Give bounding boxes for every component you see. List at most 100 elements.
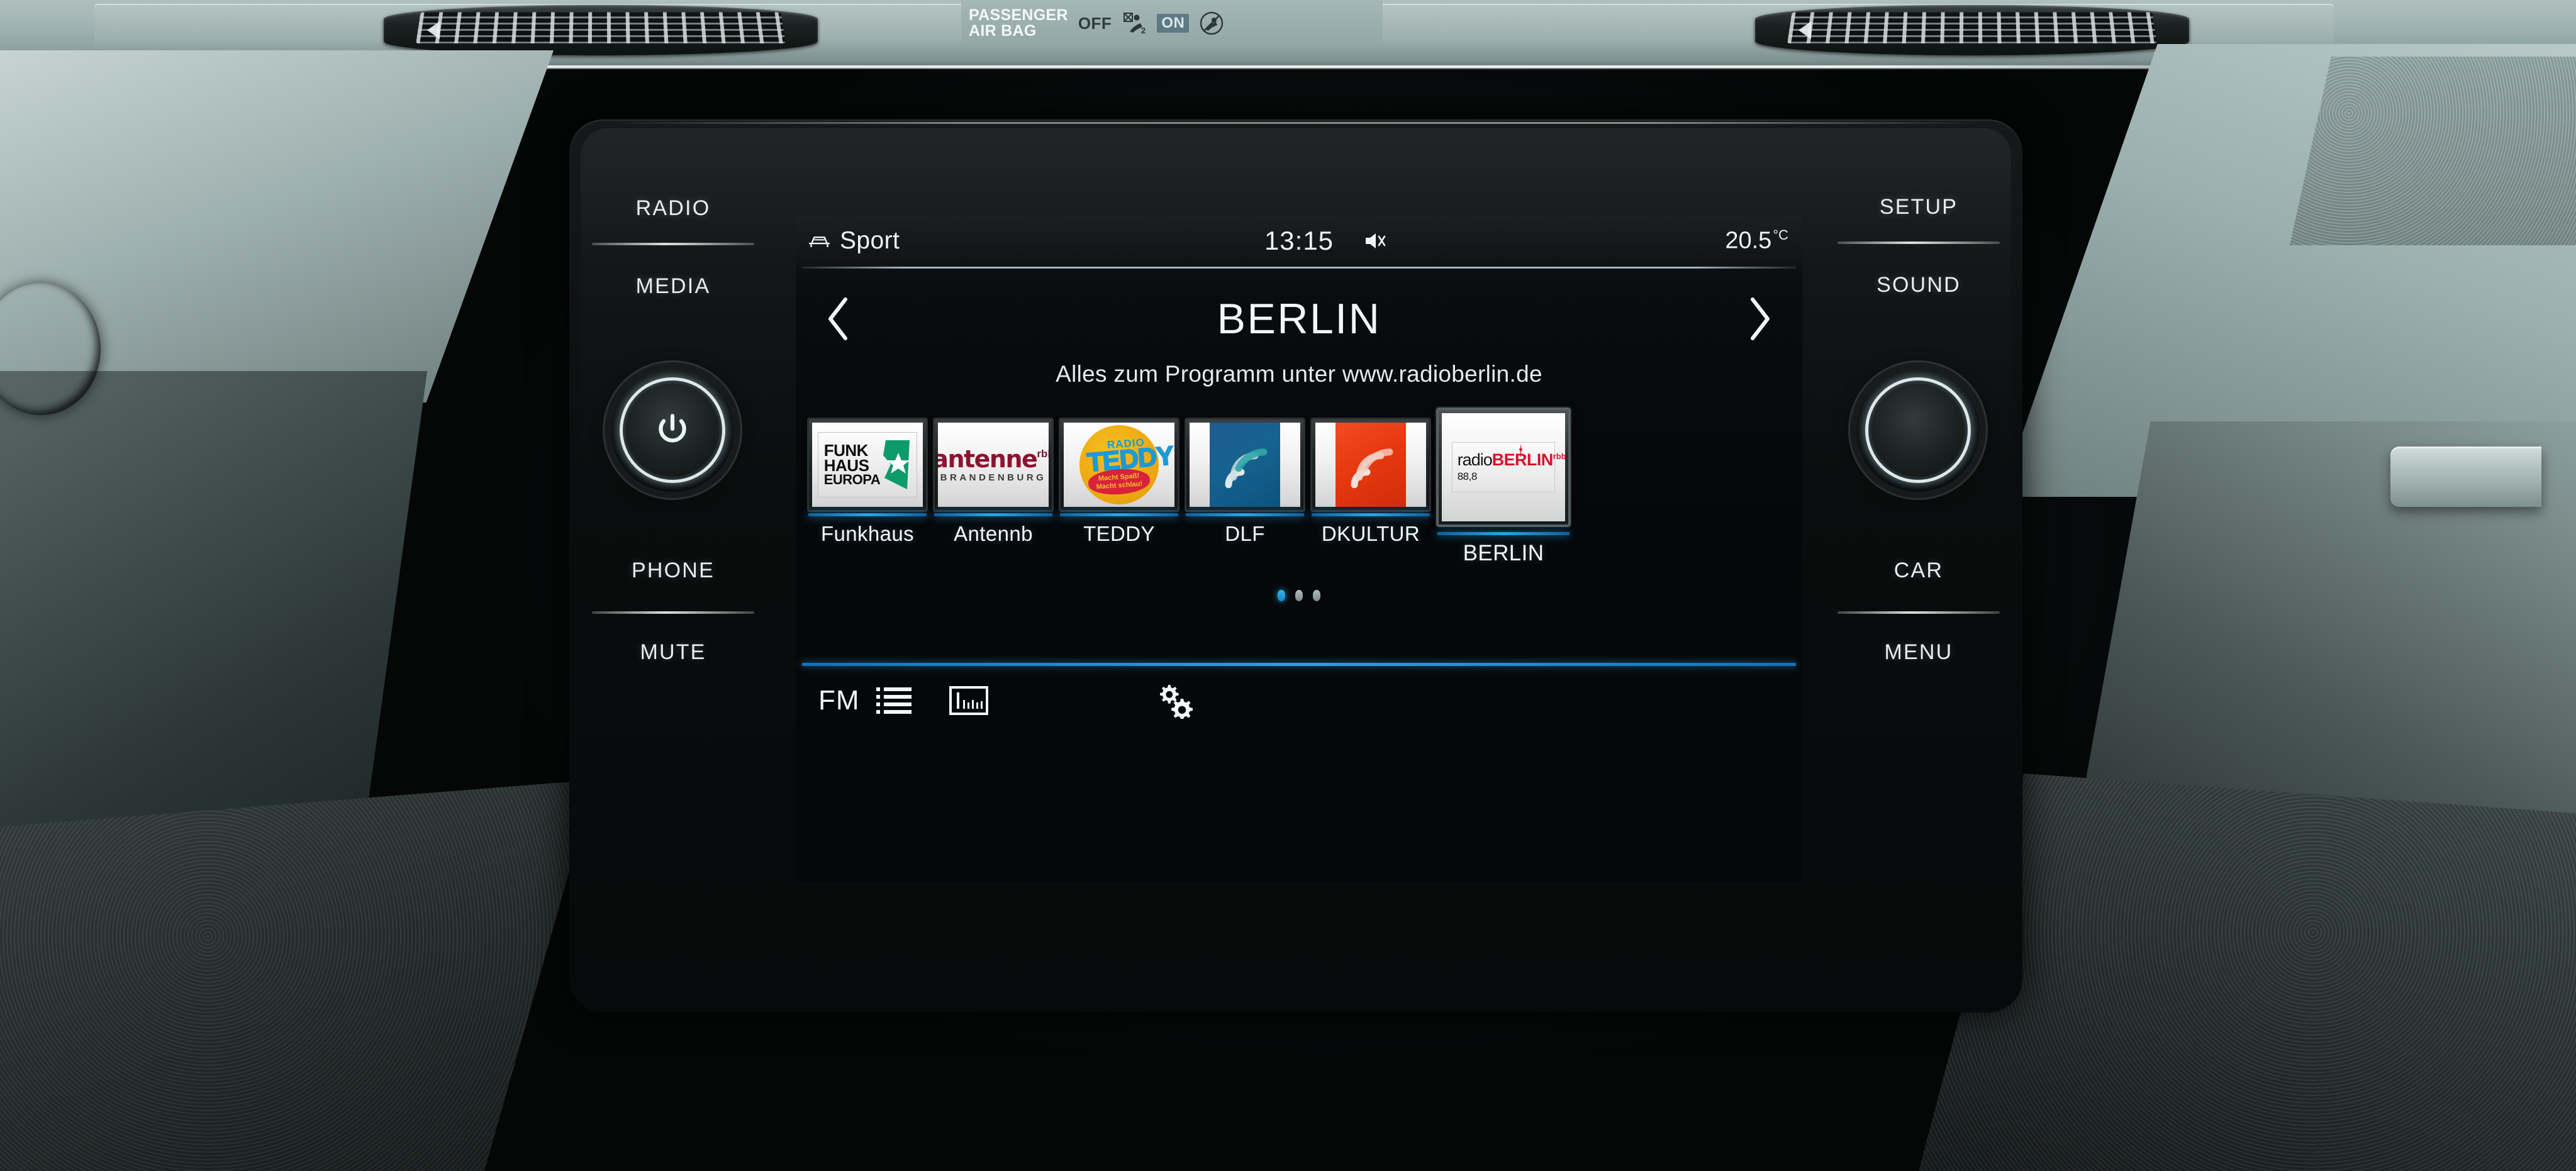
airbag-on-label: ON xyxy=(1157,14,1190,33)
preset-tile-dlf[interactable]: DLF xyxy=(1182,408,1308,558)
right-separator-top xyxy=(1837,241,2000,244)
tv-tower-icon xyxy=(1518,444,1524,457)
preset-antennb-artwork: antenne rbb BRANDENBURG xyxy=(933,418,1054,512)
radio-berlin-logo-radio: radio xyxy=(1457,450,1493,469)
status-temperature-unit: °C xyxy=(1773,227,1788,243)
preset-funkhaus-underline xyxy=(808,513,927,516)
preset-teddy-label: TEDDY xyxy=(1083,522,1155,545)
preset-teddy-artwork: RADIO TEDDY Macht Spaß! Macht schlau! xyxy=(1059,418,1179,512)
teddy-logo-circle: RADIO TEDDY Macht Spaß! Macht schlau! xyxy=(1079,425,1174,504)
preset-dlf-label: DLF xyxy=(1225,522,1265,545)
radio-berlin-logo-rbb: rbb xyxy=(1553,451,1565,461)
preset-berlin-label: BERLIN xyxy=(1463,541,1544,565)
funkhaus-green-star-mark-icon xyxy=(882,439,911,491)
infotainment-head-unit: RADIO MEDIA PHONE MUTE SETUP SOUND CAR M… xyxy=(569,119,2022,1013)
air-vent-left-grille xyxy=(416,12,786,43)
status-bar: Sport 13:15 20.5°C xyxy=(796,215,1802,267)
left-hardware-button-column: RADIO MEDIA PHONE MUTE xyxy=(569,119,777,1013)
preset-teddy-underline xyxy=(1060,513,1178,516)
station-preset-row: FUNK HAUS EUROPA Funkhaus antenne rb BRA… xyxy=(805,408,1793,565)
antenne-logo-rbb: rbb xyxy=(1037,448,1049,460)
bottom-toolbar: FM xyxy=(796,666,1802,735)
chevron-right-icon[interactable] xyxy=(1737,292,1783,345)
tuning-knob-face xyxy=(1871,384,1965,477)
status-temperature-value: 20.5 xyxy=(1725,227,1772,254)
station-navigation-row: BERLIN xyxy=(796,284,1802,353)
air-vent-right-grille xyxy=(1787,12,2157,43)
preset-dlf-underline xyxy=(1186,513,1304,516)
antenne-logo-text: antenne rbb BRANDENBURG xyxy=(938,447,1049,482)
radio-berlin-logo-plate: radio BERLIN rbb 88,8 xyxy=(1451,442,1565,492)
menu-button[interactable]: MENU xyxy=(1815,640,2022,665)
air-vent-left-arrow-icon xyxy=(427,21,440,39)
svg-text:2: 2 xyxy=(1141,26,1146,35)
antenne-logo-sub: BRANDENBURG xyxy=(940,472,1047,483)
station-list-icon[interactable] xyxy=(876,685,912,716)
funkhaus-europa-logo: FUNK HAUS EUROPA xyxy=(812,423,923,507)
sound-button[interactable]: SOUND xyxy=(1815,273,2022,297)
dashboard-right-textured-panel xyxy=(2290,57,2576,245)
status-bar-divider xyxy=(802,267,1796,269)
right-separator-bottom xyxy=(1837,611,2000,614)
left-separator-bottom xyxy=(592,611,754,614)
band-button-fm[interactable]: FM xyxy=(818,685,860,716)
passenger-airbag-indicator: PASSENGER AIR BAG OFF 2 ON xyxy=(961,0,1383,47)
dlf-logo-panel xyxy=(1209,423,1281,507)
pager-dot-2[interactable] xyxy=(1295,590,1303,601)
preset-dkultur-label: DKULTUR xyxy=(1321,522,1420,545)
status-temperature: 20.5°C xyxy=(1725,227,1788,255)
setup-button[interactable]: SETUP xyxy=(1815,195,2022,219)
preset-berlin-underline xyxy=(1437,532,1570,535)
radio-teddy-logo: RADIO TEDDY Macht Spaß! Macht schlau! xyxy=(1064,423,1174,507)
pager-dot-3[interactable] xyxy=(1313,590,1320,601)
car-button[interactable]: CAR xyxy=(1815,558,2022,583)
radio-berlin-logo-line: radio BERLIN rbb xyxy=(1457,450,1565,469)
preset-tile-teddy[interactable]: RADIO TEDDY Macht Spaß! Macht schlau! TE… xyxy=(1056,408,1182,558)
funkhaus-logo-text: FUNK HAUS EUROPA xyxy=(823,442,881,487)
preset-berlin-artwork: radio BERLIN rbb 88,8 xyxy=(1436,408,1571,527)
infotainment-screen[interactable]: Sport 13:15 20.5°C BERLIN Alles zum Prog… xyxy=(796,215,1802,882)
preset-tile-funkhaus[interactable]: FUNK HAUS EUROPA Funkhaus xyxy=(805,408,930,558)
funkhaus-logo-plate: FUNK HAUS EUROPA xyxy=(817,431,918,498)
passenger-airbag-label: PASSENGER AIR BAG xyxy=(969,7,1068,40)
preset-dlf-artwork xyxy=(1185,418,1305,512)
power-volume-knob[interactable] xyxy=(611,369,734,492)
preset-dkultur-underline xyxy=(1312,513,1430,516)
radio-button[interactable]: RADIO xyxy=(569,196,777,221)
chevron-left-icon[interactable] xyxy=(815,292,861,345)
dlf-wave-icon xyxy=(1225,448,1268,489)
deutschlandfunk-kultur-wave-logo xyxy=(1315,423,1426,507)
dashboard-trim-handle xyxy=(2390,447,2541,507)
speaker-mute-icon[interactable] xyxy=(1364,231,1386,251)
left-separator-top xyxy=(592,243,754,245)
air-vent-right-arrow-icon xyxy=(1798,21,1811,39)
head-unit-top-highlight xyxy=(607,122,1985,124)
preset-funkhaus-label: Funkhaus xyxy=(820,522,915,545)
airbag-title-line2: AIR BAG xyxy=(969,22,1037,40)
preset-antennb-underline xyxy=(934,513,1052,516)
air-vent-right[interactable] xyxy=(1755,5,2189,55)
antenne-logo-line: antenne rbb xyxy=(938,447,1049,471)
preset-tile-antennb[interactable]: antenne rbb BRANDENBURG Antennb xyxy=(930,408,1056,558)
phone-button[interactable]: PHONE xyxy=(569,558,777,583)
gears-settings-icon[interactable] xyxy=(1156,682,1195,719)
funkhaus-logo-line3: EUROPA xyxy=(823,471,881,487)
preset-tile-berlin[interactable]: radio BERLIN rbb 88,8 BERLIN xyxy=(1434,408,1573,565)
media-button[interactable]: MEDIA xyxy=(569,274,777,299)
dkultur-logo-panel xyxy=(1335,423,1407,507)
seat-child-crossed-icon: 2 xyxy=(1122,11,1147,36)
antenne-logo-main: antenne xyxy=(938,445,1038,473)
airbag-off-label: OFF xyxy=(1078,13,1112,33)
power-icon xyxy=(653,411,692,450)
air-vent-left[interactable] xyxy=(384,5,818,55)
frequency-band-icon[interactable] xyxy=(949,686,988,715)
preset-tile-dkultur[interactable]: DKULTUR xyxy=(1308,408,1434,558)
pager-dot-1[interactable] xyxy=(1278,590,1285,601)
mute-button[interactable]: MUTE xyxy=(569,640,777,665)
deutschlandfunk-wave-logo xyxy=(1190,423,1300,507)
radio-text: Alles zum Programm unter www.radioberlin… xyxy=(1056,361,1542,387)
status-clock: 13:15 xyxy=(1264,226,1334,255)
tuning-knob[interactable] xyxy=(1856,369,1980,492)
preset-antennb-label: Antennb xyxy=(954,522,1033,545)
preset-pager[interactable] xyxy=(796,590,1802,601)
